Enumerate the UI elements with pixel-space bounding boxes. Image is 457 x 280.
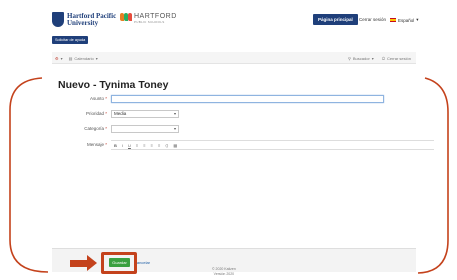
subject-row: Asunto *	[52, 94, 416, 104]
search-menu[interactable]: ⚲ Buscador ▾	[348, 56, 374, 61]
language-label: Español	[398, 17, 415, 23]
code-button[interactable]: ⟨⟩	[165, 143, 168, 148]
right-bracket	[417, 77, 449, 274]
hartford-logo-title: HARTFORD	[134, 13, 177, 20]
settings-menu[interactable]: ⚙ ▾	[55, 56, 63, 61]
calendar-menu[interactable]: ▤ Calendario ▾	[69, 56, 98, 61]
subject-label: Asunto	[89, 96, 104, 101]
left-bracket	[9, 77, 49, 273]
hartford-logo-subtitle: PUBLIC SCHOOLS	[134, 20, 165, 24]
spain-flag-icon	[390, 18, 396, 22]
start-page-button[interactable]: Página principal	[313, 14, 358, 25]
align-center-button[interactable]: ≡	[143, 143, 145, 148]
priority-label: Prioridad	[85, 111, 104, 116]
chevron-down-icon: ▾	[416, 17, 419, 22]
table-button[interactable]: ▦	[173, 143, 177, 148]
chevron-down-icon: ▾	[371, 55, 374, 61]
search-icon: ⚲	[347, 55, 351, 61]
chevron-down-icon: ▾	[60, 55, 63, 61]
category-label: Categoría	[84, 126, 104, 131]
priority-row: Prioridad * Media ▾	[52, 109, 416, 119]
hpu-logo[interactable]: Hartford Pacific University	[52, 12, 116, 27]
copyright-line2: Versión 2020	[213, 271, 235, 276]
hpu-crest-icon	[52, 12, 64, 27]
align-left-button[interactable]: ≡	[136, 143, 138, 148]
editor-toolbar: B I U ≡ ≡ ≡ ≡ ⟨⟩ ▦	[111, 140, 434, 150]
logout-icon: ⏻	[381, 55, 385, 61]
copyright-line1: © 2020 Kaiizen	[212, 267, 236, 271]
underline-button[interactable]: U	[128, 143, 131, 148]
hartford-logo[interactable]: HARTFORD PUBLIC SCHOOLS	[120, 13, 177, 24]
required-marker: *	[105, 126, 107, 131]
search-label: Buscador	[352, 55, 370, 61]
required-marker: *	[105, 96, 107, 101]
chevron-down-icon: ▾	[173, 111, 176, 116]
priority-select[interactable]: Media ▾	[111, 110, 179, 118]
page-title: Nuevo - Tynima Toney	[58, 79, 169, 91]
toolbar-logout-label: Cerrar sesión	[386, 55, 411, 61]
language-selector[interactable]: Español ▾	[390, 17, 419, 23]
message-label: Mensaje	[86, 142, 104, 147]
hpu-logo-line2: University	[67, 18, 99, 27]
subject-input[interactable]	[111, 95, 384, 103]
message-row: Mensaje *	[52, 140, 107, 150]
calendar-label: Calendario	[74, 55, 94, 61]
leaf-icon	[120, 13, 132, 21]
toolbar-logout[interactable]: ⏻ Cerrar sesión	[382, 56, 411, 61]
chevron-down-icon: ▾	[173, 126, 176, 131]
italic-button[interactable]: I	[122, 143, 123, 148]
required-marker: *	[105, 142, 107, 147]
align-justify-button[interactable]: ≡	[158, 143, 160, 148]
align-right-button[interactable]: ≡	[151, 143, 153, 148]
bold-button[interactable]: B	[114, 143, 117, 148]
category-select[interactable]: ▾	[111, 125, 179, 133]
help-request-button[interactable]: Solicitar de ayuda	[52, 36, 89, 44]
gear-icon: ⚙	[55, 55, 59, 61]
copyright: © 2020 Kaiizen Versión 2020	[212, 267, 236, 276]
logout-link[interactable]: Cerrar sesión	[359, 17, 386, 22]
toolbar: ⚙ ▾ ▤ Calendario ▾ ⚲ Buscador ▾ ⏻ Cerrar…	[52, 52, 416, 64]
save-highlight-box	[101, 252, 137, 274]
required-marker: *	[105, 111, 107, 116]
category-row: Categoría * ▾	[52, 124, 416, 134]
calendar-icon: ▤	[68, 55, 73, 61]
chevron-down-icon: ▾	[95, 55, 98, 61]
priority-value: Media	[114, 111, 127, 116]
